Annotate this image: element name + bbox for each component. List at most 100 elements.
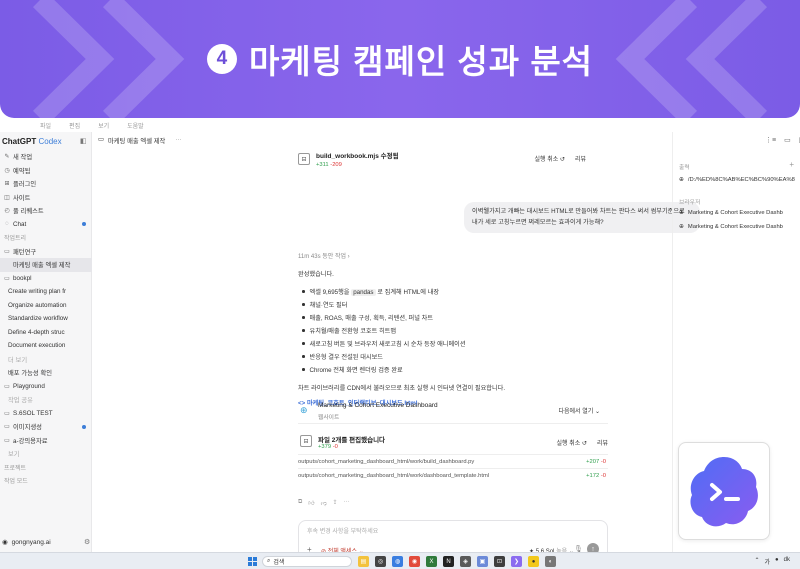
app-icon[interactable]: ◈ [460,556,471,567]
file-explorer-icon[interactable]: ▤ [358,556,369,567]
sidebar-item-new-task[interactable]: ✎ 새 작업 [0,150,92,164]
app-icon[interactable]: ◐ [545,556,556,567]
open-with-button[interactable]: 다음에서 열기 ⌄ [559,406,601,415]
sidebar-item-sites[interactable]: ◫ 사이트 [0,191,92,205]
codex-logo [678,442,770,540]
share-icon[interactable]: ⇪ [333,499,338,507]
more-icon[interactable]: ··· [344,499,350,507]
notion-icon[interactable]: N [443,556,454,567]
taskbar-apps: ▤ ◎ ◍ ◉ X N ◈ ▣ ⊡ ❯ ● ◐ [358,556,556,567]
review-button[interactable]: 리뷰 [597,438,608,447]
edited-files-title: 파일 2개를 편집했습니다 [318,437,386,444]
composer-input[interactable]: 후속 변경 사항을 부탁하세요 [307,526,378,535]
sidebar-folder[interactable]: ▭ bookpl [0,272,92,286]
thumbs-up-icon[interactable]: 👍︎ [308,499,314,507]
codex-app-icon[interactable]: ❯ [511,556,522,567]
user-icon: ◉ [2,539,8,546]
menu-edit[interactable]: 편집 [69,121,80,130]
clock-text[interactable]: dk [784,557,790,566]
edited-file-row[interactable]: outputs/cohort_marketing_dashboard_html/… [298,468,608,482]
chrome-icon[interactable]: ◉ [409,556,420,567]
sidebar-playground[interactable]: ▭ Playground [0,380,92,394]
menu-view[interactable]: 보기 [98,121,109,130]
excel-icon[interactable]: X [426,556,437,567]
sidebar-thread[interactable]: Organize automation [0,299,92,313]
sidebar-thread-active[interactable]: 마케팅 매출 엑셀 제작 [0,258,92,272]
file-icon: ⊟ [300,435,312,447]
file-change-card: ⊟ build_workbook.mjs 수정됨 +311 -209 실행 취소… [298,148,586,170]
message-actions: ⧉ 👍︎ 👎︎ ⇪ ··· [298,499,350,507]
edited-file-row[interactable]: outputs/cohort_marketing_dashboard_html/… [298,454,608,468]
unread-dot [82,424,86,429]
user-message: 이벽웰가지고 개빠는 대시보드 HTML로 만들어봐 차트는 판다스 써서 썸부… [464,202,700,234]
list-item: 채널·연도 필터 [298,298,598,311]
sidebar-item-pull-requests[interactable]: ◴ 풀 리퀘스트 [0,204,92,218]
sidebar-toggle-icon[interactable]: ◧ [80,137,87,145]
list-item: 새로고침 버튼 및 브라우저 새로고침 시 순차 등장 애니메이션 [298,337,598,350]
app-icon[interactable]: ◍ [392,556,403,567]
sidebar-folder[interactable]: ▭ 이미지생성 [0,420,92,434]
menu-file[interactable]: 파일 [40,121,51,130]
sidebar-section-project: 프로젝트 [4,465,27,472]
changed-file-name: build_workbook.mjs 수정됨 [316,153,399,160]
sidebar-item-scheduled[interactable]: ◷ 예약됨 [0,164,92,178]
sidebar-thread[interactable]: 배포 가능성 확인 [0,366,92,380]
folder-icon: ▭ [4,410,10,417]
sidebar-item-plugins[interactable]: ⊞ 플러그인 [0,177,92,191]
list-item: 엑셀 9,695행을 pandas 로 집계해 HTML에 내장 [298,285,598,298]
add-icon[interactable]: + [789,160,794,169]
sidebar-thread[interactable]: Document execution [0,339,92,353]
review-button[interactable]: 리뷰 [575,154,586,163]
globe-icon: ⊕ [679,224,684,230]
list-item: 유치월/매출 전환형 코호트 히트맵 [298,324,598,337]
taskbar-search[interactable]: ⌕ 검색 [262,556,352,567]
sidebar-group[interactable]: ▭ 패턴연구 [0,245,92,259]
windows-start-icon[interactable] [248,557,257,566]
browser-tab[interactable]: ⊕ Marketing & Cohort Executive Dashb [679,224,800,230]
sidebar-show-more[interactable]: 보기 [0,447,92,461]
user-account[interactable]: ◉ gongnyang.ai ⚙ [2,538,90,547]
folder-icon: ▭ [4,248,10,255]
sidebar-thread[interactable]: 작업 공유 [0,393,92,407]
answer-bullets: 엑셀 9,695행을 pandas 로 집계해 HTML에 내장 채널·연도 필… [298,285,598,376]
panel-icon[interactable]: ▭ [784,136,791,144]
app-icon[interactable]: ⊡ [494,556,505,567]
grid-icon: ⊞ [4,181,10,188]
wifi-icon[interactable]: ● [775,557,779,566]
gear-icon[interactable]: ⚙ [84,538,90,546]
sidebar-thread[interactable]: Define 4-depth struc [0,326,92,340]
thumbs-down-icon[interactable]: 👎︎ [321,499,327,507]
worked-duration[interactable]: 11m 43s 동안 작업 › [298,251,350,260]
folder-icon: ▭ [98,136,104,143]
app-icon[interactable]: ▣ [477,556,488,567]
dashboard-preview-card[interactable]: ⊕ Marketing & Cohort Executive Dashboard… [298,398,608,424]
kakao-icon[interactable]: ● [528,556,539,567]
sidebar-item-chat[interactable]: ◌ Chat [0,218,92,232]
answer-intro: 완성했습니다. [298,271,334,278]
menu-help[interactable]: 도움말 [127,121,144,130]
globe-icon: ⊕ [679,177,684,183]
sidebar-folder[interactable]: ▭ a-강의용자료 [0,434,92,448]
copy-icon[interactable]: ⧉ [298,499,302,507]
sidebar-folder[interactable]: ▭ S.6SOL TEST [0,407,92,421]
sidebar-show-more[interactable]: 더 보기 [0,353,92,367]
app-icon[interactable]: ◎ [375,556,386,567]
thread-title: 마케팅 매출 엑셀 제작 [107,138,166,145]
undo-button[interactable]: 실행 취소 ↺ [535,154,565,163]
unread-dot [82,222,86,227]
thread-header: ▭ 마케팅 매출 엑셀 제작 ··· [98,136,182,145]
branch-icon: ◴ [4,208,10,215]
undo-button[interactable]: 실행 취소 ↺ [557,438,587,447]
pencil-icon: ✎ [4,154,10,161]
sidebar-thread[interactable]: Standardize workflow [0,312,92,326]
windows-taskbar: ⌕ 검색 ▤ ◎ ◍ ◉ X N ◈ ▣ ⊡ ❯ ● ◐ ⌃ 가 ● dk [0,552,800,569]
globe-icon: ⊕ [300,405,308,415]
sidebar-section-worktree: 작업트리 [4,236,27,243]
more-icon[interactable]: ··· [175,136,181,145]
sidebar-thread[interactable]: Create writing plan fr [0,285,92,299]
output-path-row[interactable]: ⊕/D:/%ED%8C%AB%EC%BC%90%EA%8 [679,177,800,183]
ime-indicator[interactable]: 가 [765,557,771,566]
chevron-up-icon[interactable]: ⌃ [754,557,759,566]
browser-tab[interactable]: ⊕ Marketing & Cohort Executive Dashb [679,210,800,216]
tree-icon[interactable]: ⋮≡ [765,136,776,144]
